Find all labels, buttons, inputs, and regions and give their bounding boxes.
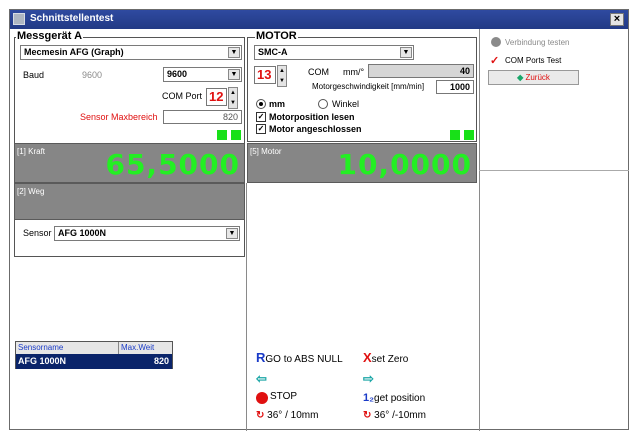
check-connected[interactable]: ✓ [256,124,266,134]
arrow-left-icon[interactable]: ⇦ [256,371,267,387]
motor-label: [5] Motor [250,147,282,156]
unit-label: mm/° [343,67,365,77]
set-zero-button[interactable]: Xset Zero [363,350,408,365]
radio-mm-label: mm [269,99,286,109]
status-led [217,130,227,140]
baud-select-value: 9600 [167,69,188,79]
checkmark-icon: ✓ [490,55,500,67]
baud-select[interactable]: 9600 ▼ [163,67,242,82]
get-position-button[interactable]: 1₂get position [363,392,425,404]
close-button[interactable]: × [610,13,624,26]
motor-select[interactable]: SMC-A ▼ [254,45,414,60]
kraft-display: [1] Kraft 65,5000 [14,143,245,183]
motor-value: 10,0000 [337,148,472,181]
device-select-value: Mecmesin AFG (Graph) [24,47,124,57]
weg-display: [2] Weg [14,183,245,220]
chevron-down-icon[interactable]: ▼ [400,47,412,58]
sensor-range-label: Sensor Maxbereich [80,112,158,122]
messgeraet-legend: Messgerät A [16,30,84,42]
app-icon [13,13,25,25]
motor-com-spinner[interactable]: ▲ ▼ [277,65,287,87]
motor-legend: MOTOR [255,30,298,42]
divider [479,170,629,171]
status-led [231,130,241,140]
divider [246,183,247,431]
table-header-max[interactable]: Max.Weit [119,342,172,354]
unit-field[interactable]: 40 [368,64,474,78]
title-bar: Schnittstellentest × [10,10,628,29]
check-position-label: Motorposition lesen [269,112,355,122]
goto-abs-label: GO to ABS NULL [265,354,343,365]
r-icon: R [256,350,266,365]
get-position-label: get position [374,393,426,404]
stop-button[interactable]: STOP [256,391,297,404]
arrow-right-icon[interactable]: ⇨ [363,371,374,387]
sensor-select-value: AFG 1000N [58,228,107,238]
speed-label: Motorgeschwindigkeit [mm/min] [312,82,425,91]
table-header-name[interactable]: Sensorname [16,342,119,354]
radio-winkel-label: Winkel [332,99,360,109]
com-port-label: COM Port [162,91,203,101]
back-arrow-icon: ◆ [517,73,524,82]
goto-abs-button[interactable]: RGO to ABS NULL [256,350,343,365]
motor-controls: RGO to ABS NULL Xset Zero ⇦ ⇨ STOP 1₂get… [256,348,476,428]
zurueck-button[interactable]: ◆ Zurück [488,70,579,85]
sensor-label: Sensor [23,228,52,238]
position-icon: 1₂ [363,392,375,404]
table-cell-max: 820 [153,356,169,366]
com-port-spinner[interactable]: ▲ ▼ [228,87,238,109]
radio-winkel[interactable] [318,99,328,109]
check-position[interactable]: ✓ [256,112,266,122]
rotate-pos-label: 36° / 10mm [267,410,319,421]
status-led [464,130,474,140]
check-connected-label: Motor angeschlossen [269,124,362,134]
table-row[interactable]: AFG 1000N 820 [16,354,172,369]
rotate-neg-button[interactable]: ↻ 36° /-10mm [363,410,426,421]
sensor-table: Sensorname Max.Weit AFG 1000N 820 [15,341,173,369]
divider [479,29,480,431]
device-select[interactable]: Mecmesin AFG (Graph) ▼ [20,45,242,60]
baud-static: 9600 [82,70,103,80]
kraft-value: 65,5000 [105,148,240,181]
sensor-range-field[interactable]: 820 [163,110,242,124]
rotate-icon: ↻ [256,410,265,421]
chevron-down-icon[interactable]: ▼ [228,47,240,58]
stop-icon [256,392,268,404]
rotate-neg-label: 36° /-10mm [374,410,426,421]
baud-label: Baud [23,70,45,80]
status-dot-icon [491,37,501,47]
com-port-field[interactable]: 12 [206,88,227,106]
kraft-label: [1] Kraft [17,147,46,156]
motor-com-label: COM [308,67,329,77]
status-led [450,130,460,140]
window-title: Schnittstellentest [30,13,114,24]
set-zero-label: set Zero [371,354,409,365]
x-icon: X [363,350,372,365]
chevron-down-icon[interactable]: ▼ [228,69,240,80]
rotate-icon: ↻ [363,410,372,421]
motor-display: [5] Motor 10,0000 [247,143,477,183]
chevron-down-icon[interactable]: ▼ [226,228,238,239]
zurueck-label: Zurück [525,73,550,82]
weg-label: [2] Weg [17,187,45,196]
sensor-select[interactable]: AFG 1000N ▼ [54,226,240,241]
motor-com-field[interactable]: 13 [254,66,276,84]
rotate-pos-button[interactable]: ↻ 36° / 10mm [256,410,318,421]
main-window: Schnittstellentest × Messgerät A Mecmesi… [9,9,629,431]
radio-mm[interactable] [256,99,266,109]
verbindung-testen-button[interactable]: Verbindung testen [505,38,570,47]
speed-field[interactable]: 1000 [436,80,474,94]
table-cell-name: AFG 1000N [18,356,67,366]
motor-select-value: SMC-A [258,47,288,57]
com-ports-test-button[interactable]: COM Ports Test [505,56,561,65]
